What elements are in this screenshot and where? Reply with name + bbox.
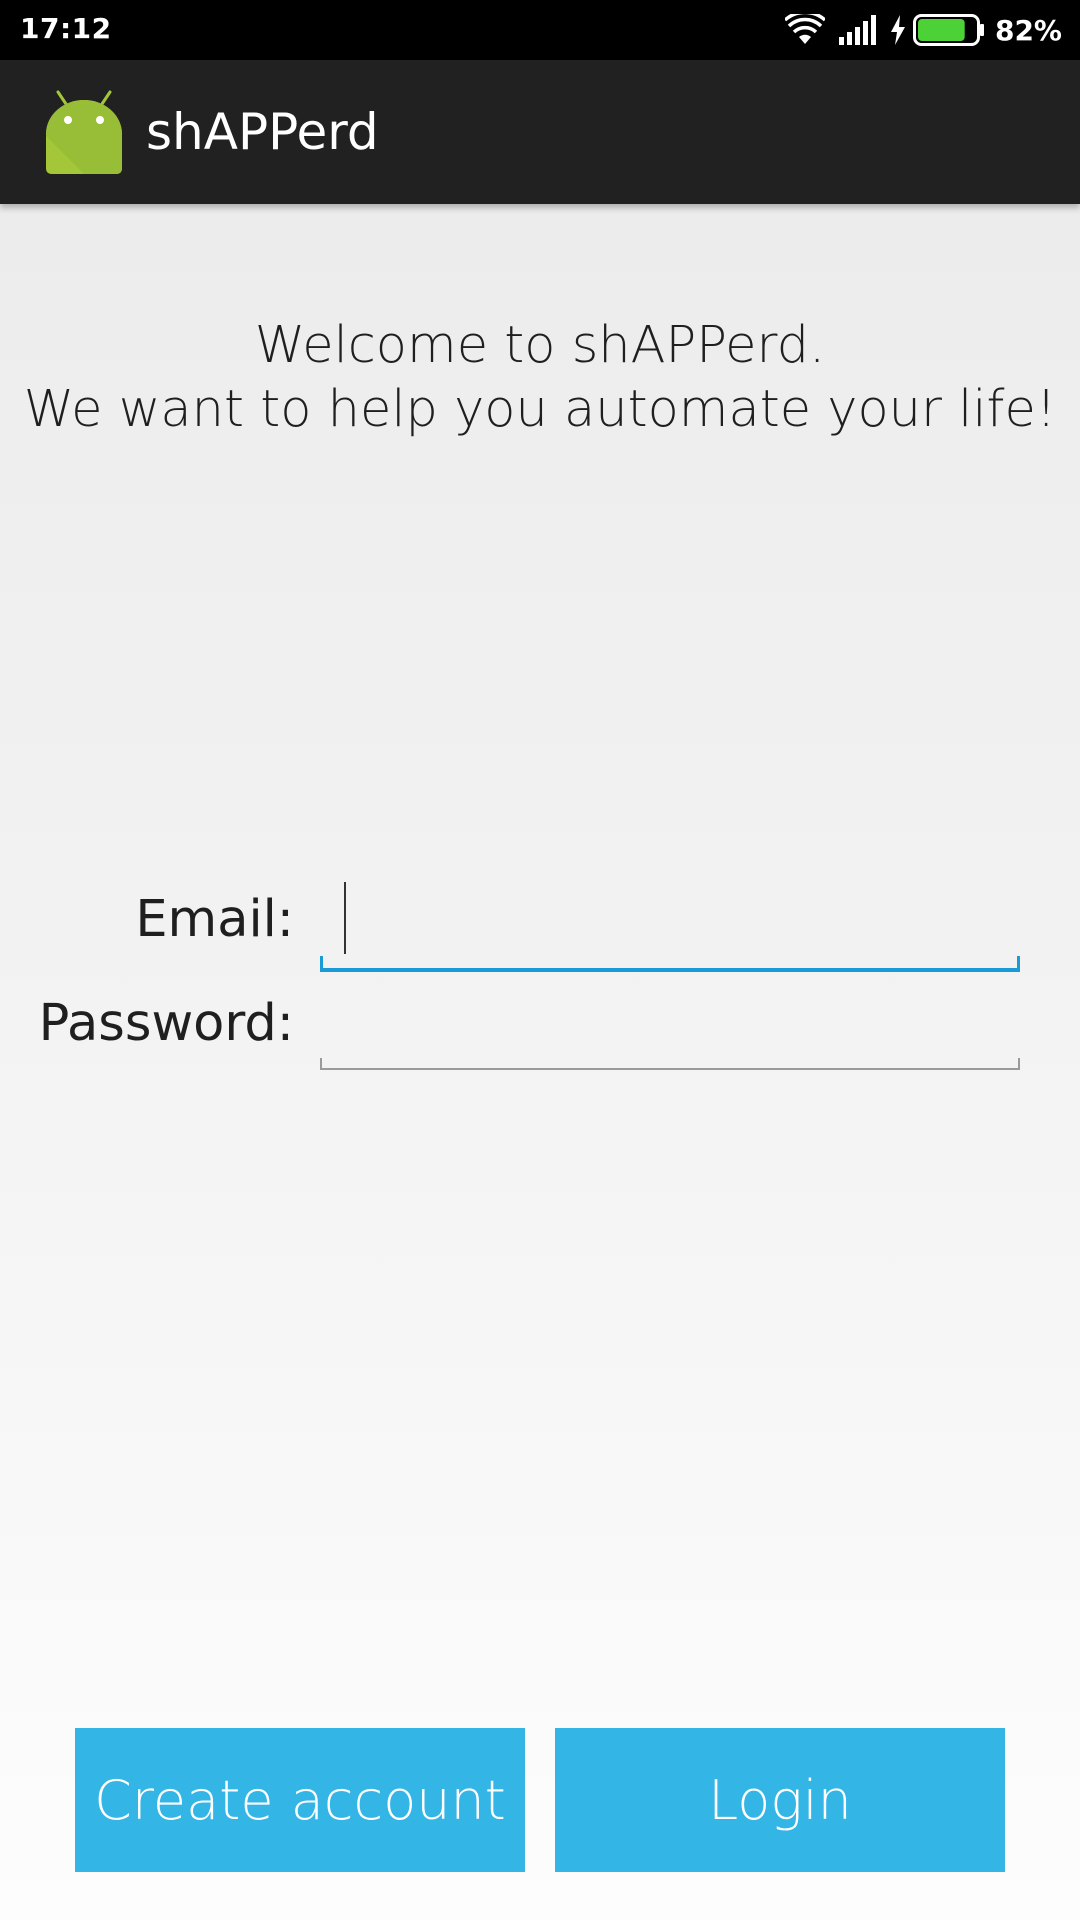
battery-percent: 82% — [994, 13, 1062, 47]
login-button[interactable]: Login — [555, 1728, 1005, 1872]
status-time: 17:12 — [20, 12, 112, 45]
signal-icon — [838, 15, 879, 45]
email-label: Email: — [135, 890, 294, 949]
status-icons: 82% — [784, 10, 1062, 50]
wifi-icon — [784, 14, 825, 46]
welcome-line-2: We want to help you automate your life! — [23, 380, 1057, 439]
email-field[interactable] — [320, 880, 1020, 960]
app-title: shAPPerd — [146, 103, 379, 161]
password-label: Password: — [38, 994, 294, 1053]
create-account-button[interactable]: Create account — [75, 1728, 525, 1872]
android-icon — [44, 90, 124, 174]
welcome-line-1: Welcome to shAPPerd. — [254, 316, 826, 375]
battery-icon — [912, 14, 985, 46]
status-bar: 17:12 82% — [0, 0, 1080, 60]
welcome-message: Welcome to shAPPerd. We want to help you… — [0, 314, 1080, 442]
text-cursor — [344, 882, 346, 954]
charging-icon — [889, 15, 907, 45]
email-field-underline — [320, 956, 1020, 972]
action-bar: shAPPerd — [0, 60, 1080, 204]
password-field-underline — [320, 1058, 1020, 1070]
password-field[interactable] — [320, 984, 1020, 1064]
login-screen: Welcome to shAPPerd. We want to help you… — [0, 204, 1080, 1920]
